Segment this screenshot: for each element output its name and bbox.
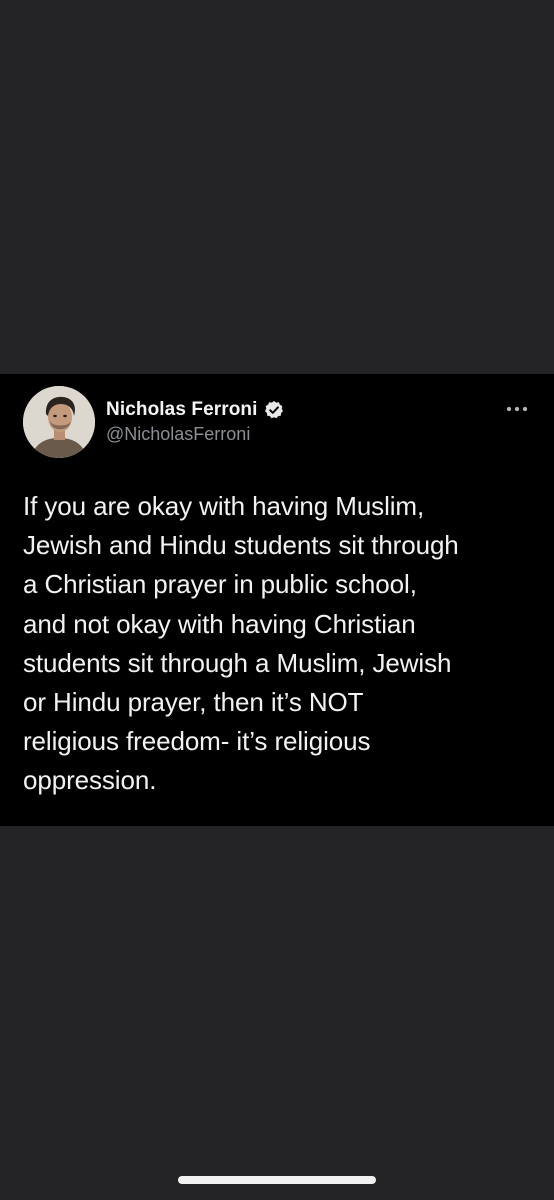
- avatar[interactable]: [23, 386, 95, 458]
- author-display-name[interactable]: Nicholas Ferroni: [106, 399, 258, 421]
- avatar-photo: [23, 386, 95, 458]
- tweet-text: If you are okay with having Muslim, Jewi…: [23, 491, 459, 796]
- more-options-button[interactable]: [502, 398, 532, 420]
- author-handle[interactable]: @NicholasFerroni: [106, 424, 250, 445]
- more-options-icon: [506, 406, 528, 412]
- verified-badge-icon: [264, 400, 284, 420]
- author-name-row[interactable]: Nicholas Ferroni: [106, 397, 284, 423]
- home-indicator[interactable]: [178, 1176, 376, 1184]
